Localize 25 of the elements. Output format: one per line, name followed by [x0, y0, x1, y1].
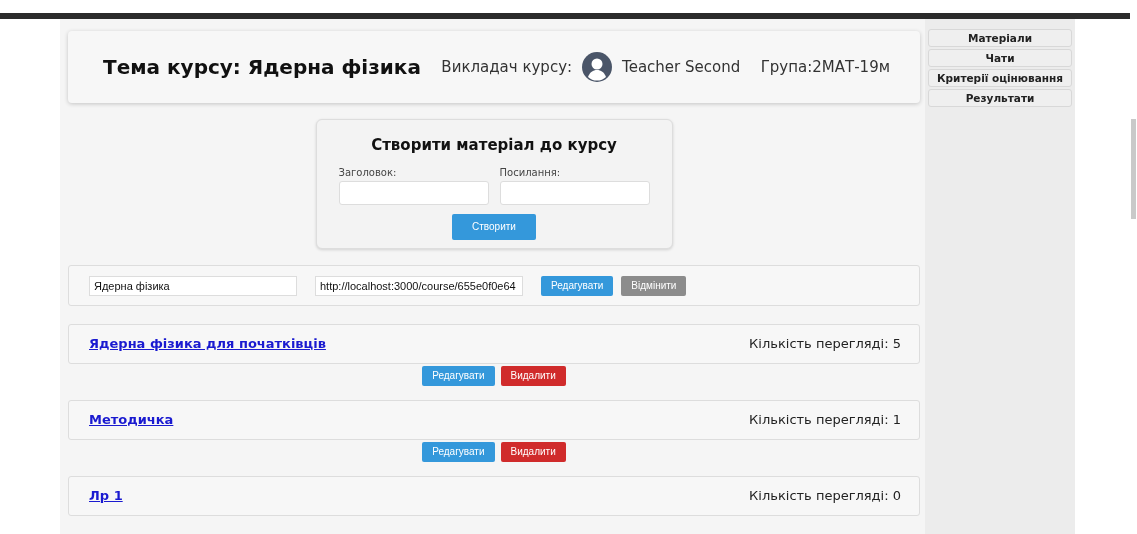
views-count: Кількість перегляді: 1 [749, 411, 901, 430]
sidebar-button[interactable]: Критерії оцінювання [928, 69, 1072, 87]
input-field[interactable] [338, 181, 489, 205]
delete-button[interactable]: Видалити [500, 366, 566, 386]
group-label: Група:2МАТ-19м [760, 56, 890, 78]
scrollbar[interactable] [1131, 119, 1136, 219]
teacher-name: Teacher Second [622, 56, 741, 78]
input-field[interactable]: http://localhost:3000/course/655e0f0e64 [315, 275, 523, 296]
material-link[interactable]: Лр 1 [89, 486, 123, 506]
sidebar-button[interactable]: Матеріали [928, 29, 1072, 47]
field-label: Посилання: [499, 165, 562, 180]
form-title: Створити матеріал до курсу [370, 135, 618, 156]
teacher-label: Викладач курсу: [441, 56, 573, 78]
input-field[interactable] [499, 181, 650, 205]
avatar-icon [582, 52, 613, 82]
views-count: Кількість перегляді: 5 [749, 335, 901, 354]
field-label: Заголовок: [338, 165, 398, 180]
views-count: Кількість перегляді: 0 [749, 487, 901, 506]
course-title: Тема курсу: Ядерна фізика [103, 54, 421, 81]
input-field[interactable]: Ядерна фізика [89, 275, 297, 296]
delete-button[interactable]: Видалити [500, 442, 566, 462]
sidebar-button[interactable]: Результати [928, 89, 1072, 107]
material-link[interactable]: Ядерна фізика для початківців [89, 334, 326, 354]
sidebar-button[interactable]: Чати [928, 49, 1072, 67]
material-link[interactable]: Методичка [89, 410, 174, 430]
